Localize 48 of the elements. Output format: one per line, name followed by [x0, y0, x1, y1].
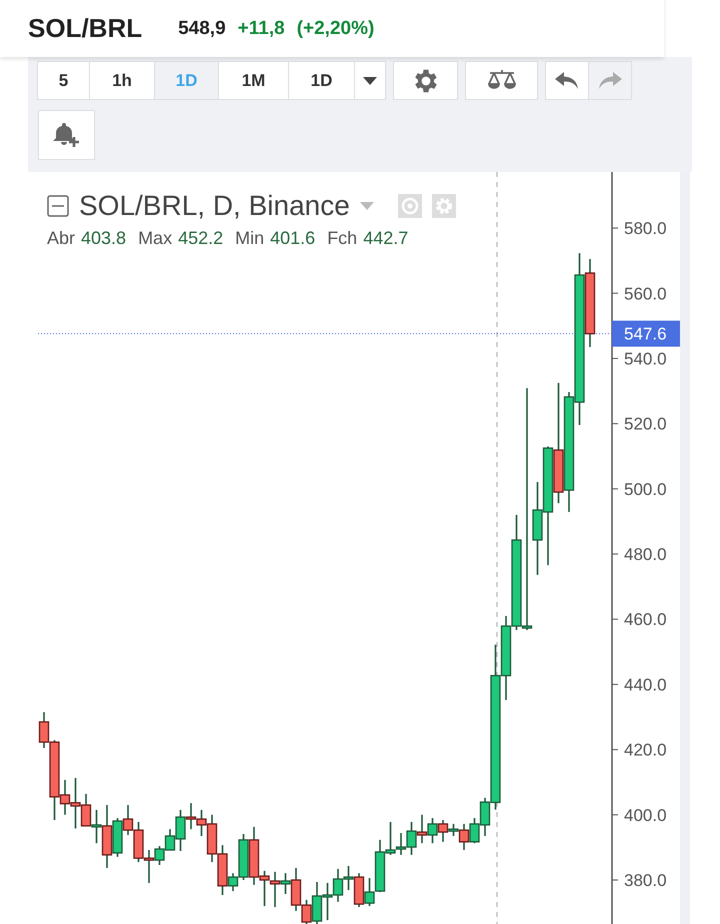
current-price-tag — [612, 320, 680, 347]
price-change-percent: (+2,20%) — [296, 18, 374, 40]
price-tick-label: 460.0 — [624, 610, 667, 630]
price-tick-label: 400.0 — [624, 806, 667, 825]
price-tick-label: 580.0 — [624, 219, 667, 238]
collapse-icon[interactable] — [47, 195, 69, 217]
candle — [343, 866, 354, 890]
candle — [122, 805, 134, 835]
redo-arrow-icon — [598, 72, 622, 90]
dropdown-button[interactable] — [354, 61, 386, 100]
candle — [133, 822, 144, 862]
price-tick-label: 540.0 — [624, 349, 667, 368]
ohlc-value: 442.7 — [363, 228, 408, 249]
price-tick-label: 500.0 — [624, 480, 667, 499]
series-title: SOL/BRL, D, Binance — [79, 190, 350, 222]
interval-tab[interactable]: 1M — [218, 61, 289, 100]
last-price: 548,9 — [178, 18, 226, 40]
ohlc-label: Max — [138, 228, 172, 249]
ohlc-label: Abr — [47, 228, 76, 249]
candle — [427, 818, 438, 844]
undo-arrow-icon — [555, 72, 579, 90]
price-tick-label: 560.0 — [624, 284, 667, 304]
price-tick-label: 520.0 — [624, 414, 667, 434]
price-tick-label: 380.0 — [624, 871, 667, 890]
caret-icon — [363, 76, 377, 84]
candle — [322, 882, 333, 920]
add-alert-button[interactable] — [38, 110, 95, 160]
interval-tab[interactable]: 1h — [89, 61, 155, 100]
current-price-label: 547.6 — [624, 324, 667, 344]
ohlc-value: 452.2 — [178, 228, 224, 249]
price-tick-label: 420.0 — [624, 740, 667, 760]
interval-tab[interactable]: 5 — [37, 61, 90, 100]
ohlc-label: Min — [235, 228, 264, 249]
chart-style-button[interactable]: 1D — [288, 61, 355, 100]
ohlc-value: 401.6 — [270, 228, 316, 249]
symbol-title: SOL/BRL — [28, 13, 142, 44]
price-tick-label: 440.0 — [624, 675, 667, 694]
candle — [354, 873, 364, 908]
candle — [332, 868, 344, 902]
price-tick-label: 480.0 — [624, 545, 667, 564]
candle — [416, 814, 428, 844]
ohlc-label: Fch — [327, 228, 358, 249]
compare-button[interactable] — [465, 61, 538, 100]
bell-plus-icon — [52, 121, 82, 149]
price-change: +11,8 — [238, 18, 285, 40]
settings-button[interactable] — [393, 61, 458, 100]
undo-button[interactable] — [545, 61, 589, 100]
ohlc-value: 403.8 — [81, 228, 126, 249]
